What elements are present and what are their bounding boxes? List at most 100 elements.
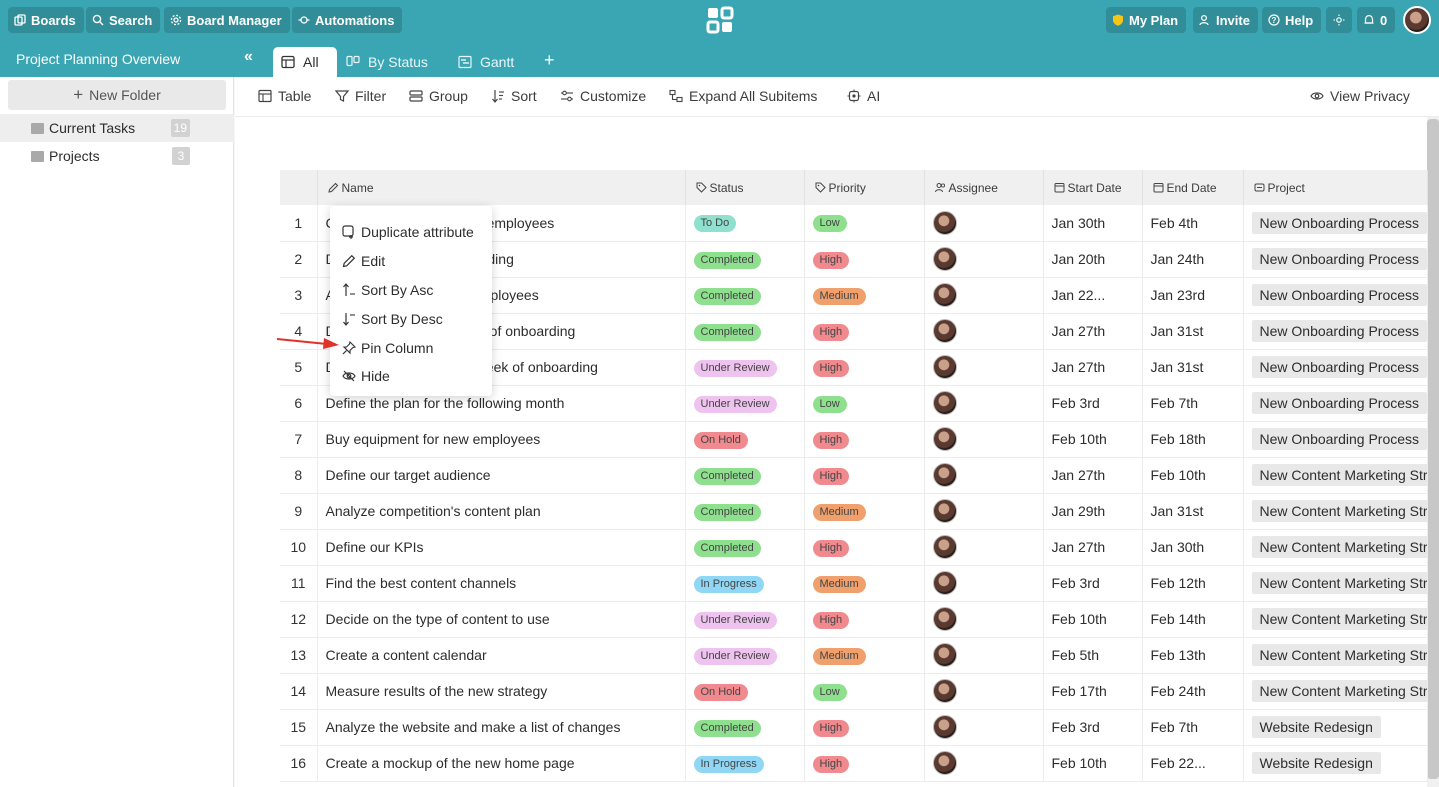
table-row[interactable]: 7 Buy equipment for new employees On Hold H… <box>280 421 1428 458</box>
assignee-cell[interactable] <box>924 385 1044 422</box>
priority-cell[interactable]: Medium <box>804 277 925 314</box>
column-header-assignee[interactable]: Assignee <box>924 170 1044 205</box>
ai-button[interactable]: AI <box>847 88 880 104</box>
task-name-cell[interactable]: Define our target audience <box>317 457 686 494</box>
table-row[interactable]: 8 Define our target audience Completed High… <box>280 457 1428 494</box>
assignee-cell[interactable] <box>924 529 1044 566</box>
status-cell[interactable]: Completed <box>685 241 805 278</box>
project-cell[interactable]: New Content Marketing Strategy <box>1243 493 1428 530</box>
task-name-cell[interactable]: Buy equipment for new employees <box>317 421 686 458</box>
help-button[interactable]: ? Help <box>1262 7 1322 33</box>
priority-cell[interactable]: High <box>804 421 925 458</box>
priority-cell[interactable]: Low <box>804 205 925 242</box>
expand-subitems-button[interactable]: Expand All Subitems <box>669 88 817 104</box>
start-date-cell[interactable]: Jan 27th <box>1043 529 1143 566</box>
end-date-cell[interactable]: Jan 24th <box>1142 241 1244 278</box>
priority-cell[interactable]: Low <box>804 673 925 710</box>
assignee-cell[interactable] <box>924 709 1044 746</box>
priority-cell[interactable]: Medium <box>804 637 925 674</box>
new-folder-button[interactable]: + New Folder <box>8 80 226 110</box>
end-date-cell[interactable]: Jan 30th <box>1142 529 1244 566</box>
project-cell[interactable]: Website Redesign <box>1243 745 1428 782</box>
tab-by-status[interactable]: By Status <box>338 47 436 77</box>
start-date-cell[interactable]: Jan 29th <box>1043 493 1143 530</box>
search-button[interactable]: Search <box>86 7 161 33</box>
start-date-cell[interactable]: Feb 3rd <box>1043 385 1143 422</box>
task-name-cell[interactable]: Decide on the type of content to use <box>317 601 686 638</box>
priority-cell[interactable]: High <box>804 349 925 386</box>
menu-item-sort-asc[interactable]: Sort By Asc <box>330 276 492 305</box>
menu-item-hide[interactable]: Hide <box>330 362 492 391</box>
start-date-cell[interactable]: Feb 10th <box>1043 745 1143 782</box>
project-cell[interactable]: New Content Marketing Strategy <box>1243 601 1428 638</box>
status-cell[interactable]: Under Review <box>685 601 805 638</box>
priority-cell[interactable]: High <box>804 313 925 350</box>
status-cell[interactable]: To Do <box>685 205 805 242</box>
tab-gantt[interactable]: Gantt <box>450 47 522 77</box>
project-cell[interactable]: New Content Marketing Strategy <box>1243 529 1428 566</box>
status-cell[interactable]: In Progress <box>685 745 805 782</box>
end-date-cell[interactable]: Feb 24th <box>1142 673 1244 710</box>
task-name-cell[interactable]: Define our KPIs <box>317 529 686 566</box>
tab-all[interactable]: All <box>273 47 337 77</box>
end-date-cell[interactable]: Jan 23rd <box>1142 277 1244 314</box>
priority-cell[interactable]: High <box>804 709 925 746</box>
start-date-cell[interactable]: Jan 20th <box>1043 241 1143 278</box>
status-cell[interactable]: Completed <box>685 457 805 494</box>
column-header-name[interactable]: Name <box>317 170 686 205</box>
start-date-cell[interactable]: Feb 10th <box>1043 421 1143 458</box>
column-header-start-date[interactable]: Start Date <box>1043 170 1143 205</box>
end-date-cell[interactable]: Feb 10th <box>1142 457 1244 494</box>
invite-button[interactable]: Invite <box>1193 7 1258 33</box>
end-date-cell[interactable]: Jan 31st <box>1142 349 1244 386</box>
end-date-cell[interactable]: Feb 7th <box>1142 709 1244 746</box>
project-cell[interactable]: New Onboarding Process <box>1243 421 1428 458</box>
column-header-end-date[interactable]: End Date <box>1142 170 1244 205</box>
priority-cell[interactable]: Medium <box>804 493 925 530</box>
table-row[interactable]: 9 Analyze competition's content plan Compl… <box>280 493 1428 530</box>
priority-cell[interactable]: Medium <box>804 565 925 602</box>
column-header-priority[interactable]: Priority <box>804 170 925 205</box>
table-row[interactable]: 16 Create a mockup of the new home page In… <box>280 745 1428 782</box>
project-cell[interactable]: Website Redesign <box>1243 709 1428 746</box>
column-header-status[interactable]: Status <box>685 170 805 205</box>
table-row[interactable]: 15 Analyze the website and make a list of… <box>280 709 1428 746</box>
assignee-cell[interactable] <box>924 205 1044 242</box>
assignee-cell[interactable] <box>924 277 1044 314</box>
sidebar-item-current-tasks[interactable]: Current Tasks 19 <box>0 114 234 142</box>
board-manager-button[interactable]: Board Manager <box>164 7 290 33</box>
filter-button[interactable]: Filter <box>335 88 386 104</box>
menu-item-edit[interactable]: Edit <box>330 247 492 276</box>
end-date-cell[interactable]: Feb 13th <box>1142 637 1244 674</box>
task-name-cell[interactable]: Analyze the website and make a list of c… <box>317 709 686 746</box>
project-cell[interactable]: New Onboarding Process <box>1243 241 1428 278</box>
theme-toggle-button[interactable] <box>1326 7 1352 33</box>
start-date-cell[interactable]: Feb 3rd <box>1043 709 1143 746</box>
task-name-cell[interactable]: Measure results of the new strategy <box>317 673 686 710</box>
status-cell[interactable]: On Hold <box>685 421 805 458</box>
project-cell[interactable]: New Content Marketing Strategy <box>1243 673 1428 710</box>
user-avatar[interactable] <box>1403 6 1431 34</box>
assignee-cell[interactable] <box>924 601 1044 638</box>
view-privacy-button[interactable]: View Privacy <box>1310 88 1410 104</box>
status-cell[interactable]: Under Review <box>685 637 805 674</box>
sidebar-item-projects[interactable]: Projects 3 <box>0 142 234 170</box>
status-cell[interactable]: In Progress <box>685 565 805 602</box>
status-cell[interactable]: Under Review <box>685 385 805 422</box>
priority-cell[interactable]: High <box>804 601 925 638</box>
start-date-cell[interactable]: Feb 10th <box>1043 601 1143 638</box>
end-date-cell[interactable]: Feb 4th <box>1142 205 1244 242</box>
assignee-cell[interactable] <box>924 313 1044 350</box>
table-row[interactable]: 11 Find the best content channels In Progr… <box>280 565 1428 602</box>
status-cell[interactable]: On Hold <box>685 673 805 710</box>
add-tab-icon[interactable]: + <box>544 50 555 71</box>
status-cell[interactable]: Completed <box>685 493 805 530</box>
status-cell[interactable]: Completed <box>685 277 805 314</box>
project-cell[interactable]: New Onboarding Process <box>1243 385 1428 422</box>
menu-item-sort-desc[interactable]: Sort By Desc <box>330 304 492 333</box>
assignee-cell[interactable] <box>924 745 1044 782</box>
assignee-cell[interactable] <box>924 565 1044 602</box>
start-date-cell[interactable]: Jan 27th <box>1043 313 1143 350</box>
status-cell[interactable]: Completed <box>685 313 805 350</box>
start-date-cell[interactable]: Feb 3rd <box>1043 565 1143 602</box>
